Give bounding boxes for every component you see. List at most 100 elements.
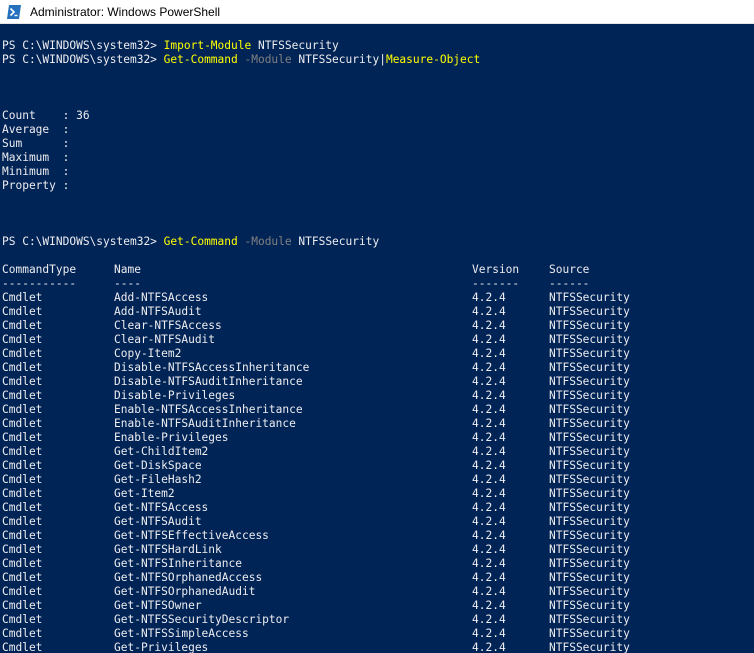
cell-name: Get-NTFSSecurityDescriptor (114, 613, 290, 626)
cell-source: NTFSSecurity (549, 599, 630, 612)
cell-name: Get-Privileges (114, 641, 209, 653)
cell-source: NTFSSecurity (549, 557, 630, 570)
command-parameter: -Module (237, 235, 292, 248)
cell-name: Add-NTFSAudit (114, 305, 202, 318)
cell-source: NTFSSecurity (549, 389, 630, 402)
cell-source: NTFSSecurity (549, 375, 630, 388)
column-separator: ------ (549, 277, 590, 290)
cell-version: 4.2.4 (472, 557, 506, 570)
cell-source: NTFSSecurity (549, 417, 630, 430)
table-row: Cmdlet Get-NTFSOrphanedAccess 4.2.4 NTFSSec… (0, 571, 754, 585)
table-row: Cmdlet Disable-NTFSAuditInheritance 4.2.4 N… (0, 375, 754, 389)
cell-version: 4.2.4 (472, 599, 506, 612)
cell-commandtype: Cmdlet (2, 571, 43, 584)
table-row: Cmdlet Get-NTFSInheritance 4.2.4 NTFSSecuri… (0, 557, 754, 571)
measure-value: : 36 (62, 109, 90, 122)
cell-name: Get-NTFSInheritance (114, 557, 242, 570)
table-row: Cmdlet Get-FileHash2 4.2.4 NTFSSecurity (0, 473, 754, 487)
cell-name: Get-NTFSOwner (114, 599, 202, 612)
cell-version: 4.2.4 (472, 445, 506, 458)
cell-name: Get-FileHash2 (114, 473, 202, 486)
table-row: Cmdlet Get-Item2 4.2.4 NTFSSecurity (0, 487, 754, 501)
cell-source: NTFSSecurity (549, 319, 630, 332)
cell-commandtype: Cmdlet (2, 529, 43, 542)
cell-version: 4.2.4 (472, 291, 506, 304)
command-name: Get-Command (163, 53, 238, 66)
cell-version: 4.2.4 (472, 417, 506, 430)
table-row: Cmdlet Add-NTFSAudit 4.2.4 NTFSSecurity (0, 305, 754, 319)
table-row: Cmdlet Get-NTFSAudit 4.2.4 NTFSSecurity (0, 515, 754, 529)
column-separator: ---- (114, 277, 141, 290)
table-body: Cmdlet Add-NTFSAccess 4.2.4 NTFSSecurity Cmd… (0, 291, 754, 653)
cell-commandtype: Cmdlet (2, 347, 43, 360)
cell-name: Clear-NTFSAccess (114, 319, 222, 332)
table-row: Cmdlet Disable-Privileges 4.2.4 NTFSSecurit… (0, 389, 754, 403)
cell-commandtype: Cmdlet (2, 417, 43, 430)
measure-value: : (62, 165, 70, 178)
cell-source: NTFSSecurity (549, 305, 630, 318)
cell-commandtype: Cmdlet (2, 641, 43, 653)
measure-average-line: Average : (0, 123, 754, 137)
cell-name: Enable-NTFSAccessInheritance (114, 403, 303, 416)
powershell-window: Administrator: Windows PowerShell PS C:\… (0, 0, 754, 653)
cell-source: NTFSSecurity (549, 501, 630, 514)
prompt: PS C:\WINDOWS\system32> (2, 235, 164, 248)
cell-version: 4.2.4 (472, 361, 506, 374)
cell-name: Enable-NTFSAuditInheritance (114, 417, 296, 430)
cell-version: 4.2.4 (472, 459, 506, 472)
cell-version: 4.2.4 (472, 375, 506, 388)
cell-source: NTFSSecurity (549, 641, 630, 653)
table-row: Cmdlet Get-NTFSEffectiveAccess 4.2.4 NTFSSe… (0, 529, 754, 543)
cell-version: 4.2.4 (472, 613, 506, 626)
cell-commandtype: Cmdlet (2, 501, 43, 514)
prompt: PS C:\WINDOWS\system32> (2, 39, 164, 52)
pipe-operator: | (379, 53, 386, 66)
cell-source: NTFSSecurity (549, 291, 630, 304)
cell-commandtype: Cmdlet (2, 627, 43, 640)
cell-version: 4.2.4 (472, 347, 506, 360)
title-bar[interactable]: Administrator: Windows PowerShell (0, 0, 754, 24)
cell-commandtype: Cmdlet (2, 557, 43, 570)
cell-commandtype: Cmdlet (2, 333, 43, 346)
table-row: Cmdlet Get-NTFSSecurityDescriptor 4.2.4 NTF… (0, 613, 754, 627)
measure-value: : (62, 179, 70, 192)
cell-version: 4.2.4 (472, 529, 506, 542)
cell-source: NTFSSecurity (549, 473, 630, 486)
table-row: Cmdlet Get-Privileges 4.2.4 NTFSSecurity (0, 641, 754, 653)
cell-version: 4.2.4 (472, 641, 506, 653)
cell-commandtype: Cmdlet (2, 473, 43, 486)
table-row: Cmdlet Enable-NTFSAuditInheritance 4.2.4 NT… (0, 417, 754, 431)
cell-version: 4.2.4 (472, 487, 506, 500)
column-separator: ----------- (2, 277, 77, 290)
cell-source: NTFSSecurity (549, 529, 630, 542)
cell-version: 4.2.4 (472, 403, 506, 416)
cell-source: NTFSSecurity (549, 613, 630, 626)
table-row: Cmdlet Get-DiskSpace 4.2.4 NTFSSecurity (0, 459, 754, 473)
command-name: Import-Module (163, 39, 252, 52)
prompt-line-measure: PS C:\WINDOWS\system32> Get-Command -Mod… (0, 53, 754, 67)
table-row: Cmdlet Get-NTFSOwner 4.2.4 NTFSSecurity (0, 599, 754, 613)
cell-name: Copy-Item2 (114, 347, 182, 360)
table-row: Cmdlet Add-NTFSAccess 4.2.4 NTFSSecurity (0, 291, 754, 305)
console-output[interactable]: PS C:\WINDOWS\system32> Import-Module NT… (0, 25, 754, 653)
cell-name: Get-NTFSEffectiveAccess (114, 529, 269, 542)
cell-commandtype: Cmdlet (2, 291, 43, 304)
column-header-version: Version (472, 263, 520, 276)
cell-version: 4.2.4 (472, 585, 506, 598)
table-separator-row: ----------- ---- ------- ------ (0, 277, 754, 291)
cell-name: Get-NTFSAudit (114, 515, 202, 528)
column-separator: ------- (472, 277, 520, 290)
measure-count-line: Count : 36 (0, 109, 754, 123)
cell-name: Get-NTFSOrphanedAudit (114, 585, 256, 598)
prompt-line-get-command: PS C:\WINDOWS\system32> Get-Command -Mod… (0, 235, 754, 249)
measure-property-line: Property : (0, 179, 754, 193)
cell-source: NTFSSecurity (549, 361, 630, 374)
cell-commandtype: Cmdlet (2, 543, 43, 556)
cell-commandtype: Cmdlet (2, 585, 43, 598)
command-name: Get-Command (163, 235, 238, 248)
prompt: PS C:\WINDOWS\system32> (2, 53, 164, 66)
